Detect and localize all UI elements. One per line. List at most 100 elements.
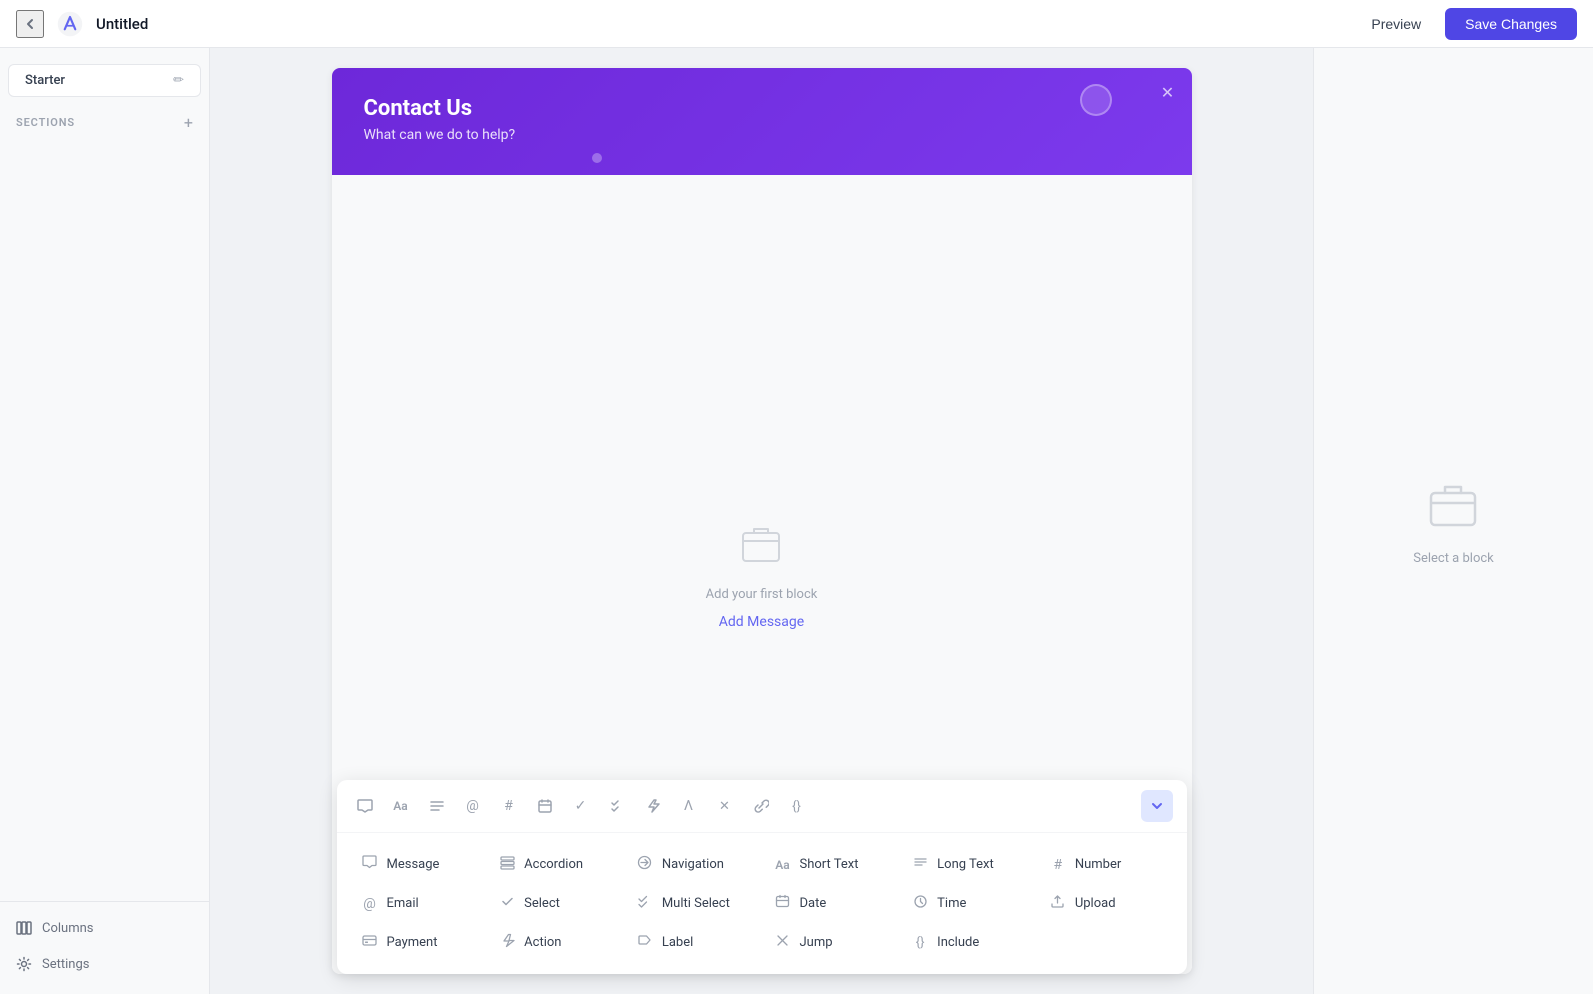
short-text-block-icon: Aa	[774, 858, 792, 872]
block-item-payment[interactable]: Payment	[349, 923, 487, 962]
columns-label: Columns	[42, 921, 94, 936]
preview-button[interactable]: Preview	[1359, 10, 1433, 38]
payment-block-icon	[361, 933, 379, 952]
block-item-action[interactable]: Action	[486, 923, 624, 962]
header-decoration-circle	[1080, 84, 1112, 116]
jump-block-icon	[774, 933, 792, 952]
long-text-block-icon	[911, 855, 929, 874]
select-block-state: Select a block	[1413, 477, 1494, 566]
email-block-label: Email	[387, 896, 419, 911]
block-grid: Message Accordion	[337, 833, 1187, 974]
block-item-short-text[interactable]: Aa Short Text	[762, 845, 900, 884]
block-item-email[interactable]: @ Email	[349, 884, 487, 923]
block-item-date[interactable]: Date	[762, 884, 900, 923]
add-section-button[interactable]: +	[184, 113, 193, 132]
page-title: Untitled	[96, 15, 148, 33]
right-sidebar: Select a block	[1313, 48, 1593, 994]
message-block-icon	[361, 855, 379, 874]
link-toolbar-icon[interactable]	[747, 792, 775, 820]
payment-block-label: Payment	[387, 935, 438, 950]
block-item-number[interactable]: # Number	[1037, 845, 1175, 884]
upload-block-label: Upload	[1075, 896, 1116, 911]
save-button[interactable]: Save Changes	[1445, 8, 1577, 40]
block-item-multi-select[interactable]: Multi Select	[624, 884, 762, 923]
topbar-left: Untitled	[16, 8, 1347, 40]
multi-select-block-icon	[636, 894, 654, 913]
calendar-toolbar-icon[interactable]	[531, 792, 559, 820]
accordion-block-label: Accordion	[524, 857, 583, 872]
block-item-jump[interactable]: Jump	[762, 923, 900, 962]
main-layout: Starter ✏ SECTIONS + Columns Setti	[0, 48, 1593, 994]
short-text-block-label: Short Text	[800, 857, 859, 872]
accordion-block-icon	[498, 855, 516, 874]
select-block-label: Select	[524, 896, 560, 911]
settings-label: Settings	[42, 957, 89, 972]
at-toolbar-icon[interactable]: @	[459, 792, 487, 820]
cross-toolbar-icon[interactable]: ✕	[711, 792, 739, 820]
hash-toolbar-icon[interactable]: #	[495, 792, 523, 820]
message-toolbar-icon[interactable]	[351, 792, 379, 820]
starter-item[interactable]: Starter ✏	[8, 64, 201, 97]
back-button[interactable]	[16, 10, 44, 38]
block-item-message[interactable]: Message	[349, 845, 487, 884]
empty-state: Add your first block Add Message	[706, 519, 818, 630]
topbar: Untitled Preview Save Changes	[0, 0, 1593, 48]
block-item-upload[interactable]: Upload	[1037, 884, 1175, 923]
block-item-long-text[interactable]: Long Text	[899, 845, 1037, 884]
lightning-toolbar-icon[interactable]	[639, 792, 667, 820]
time-block-label: Time	[937, 896, 966, 911]
check-toolbar-icon[interactable]: ✓	[567, 792, 595, 820]
add-message-link[interactable]: Add Message	[719, 614, 804, 630]
edit-icon[interactable]: ✏	[173, 73, 184, 88]
block-item-include[interactable]: {} Include	[899, 923, 1037, 962]
left-sidebar: Starter ✏ SECTIONS + Columns Setti	[0, 48, 210, 994]
action-block-icon	[498, 933, 516, 952]
form-subtitle: What can we do to help?	[364, 127, 1160, 143]
topbar-right: Preview Save Changes	[1359, 8, 1577, 40]
header-decoration-dot	[592, 153, 602, 163]
sections-header: SECTIONS +	[0, 101, 209, 138]
block-item-accordion[interactable]: Accordion	[486, 845, 624, 884]
sidebar-item-settings[interactable]: Settings	[0, 946, 209, 982]
starter-label: Starter	[25, 73, 65, 88]
label-block-label: Label	[662, 935, 693, 950]
block-item-select[interactable]: Select	[486, 884, 624, 923]
navigation-block-label: Navigation	[662, 857, 724, 872]
block-picker-toolbar: Aa @ # ✓	[337, 780, 1187, 833]
empty-text: Add your first block	[706, 587, 818, 602]
lambda-toolbar-icon[interactable]: Λ	[675, 792, 703, 820]
form-title: Contact Us	[364, 96, 1160, 121]
include-block-icon: {}	[911, 935, 929, 950]
sidebar-bottom-nav: Columns Settings	[0, 901, 209, 982]
form-header: Contact Us What can we do to help? ✕	[332, 68, 1192, 175]
expand-button[interactable]	[1141, 790, 1173, 822]
block-item-navigation[interactable]: Navigation	[624, 845, 762, 884]
form-close-button[interactable]: ✕	[1156, 80, 1180, 104]
message-block-label: Message	[387, 857, 440, 872]
date-block-icon	[774, 894, 792, 913]
multi-select-block-label: Multi Select	[662, 896, 730, 911]
center-area: Contact Us What can we do to help? ✕ Add	[210, 48, 1313, 994]
number-block-icon: #	[1049, 857, 1067, 873]
action-block-label: Action	[524, 935, 561, 950]
select-block-text: Select a block	[1413, 551, 1494, 566]
navigation-block-icon	[636, 855, 654, 874]
align-toolbar-icon[interactable]	[423, 792, 451, 820]
empty-icon	[735, 519, 787, 575]
date-block-label: Date	[800, 896, 827, 911]
select-block-icon	[498, 894, 516, 913]
block-item-time[interactable]: Time	[899, 884, 1037, 923]
jump-block-label: Jump	[800, 935, 833, 950]
app-logo	[54, 8, 86, 40]
sidebar-item-columns[interactable]: Columns	[0, 910, 209, 946]
include-block-label: Include	[937, 935, 979, 950]
block-item-label[interactable]: Label	[624, 923, 762, 962]
email-block-icon: @	[361, 896, 379, 912]
sections-label: SECTIONS	[16, 116, 75, 129]
number-block-label: Number	[1075, 857, 1121, 872]
upload-block-icon	[1049, 894, 1067, 913]
text-toolbar-icon[interactable]: Aa	[387, 792, 415, 820]
code-toolbar-icon[interactable]: {}	[783, 792, 811, 820]
long-text-block-label: Long Text	[937, 857, 994, 872]
multicheck-toolbar-icon[interactable]	[603, 792, 631, 820]
